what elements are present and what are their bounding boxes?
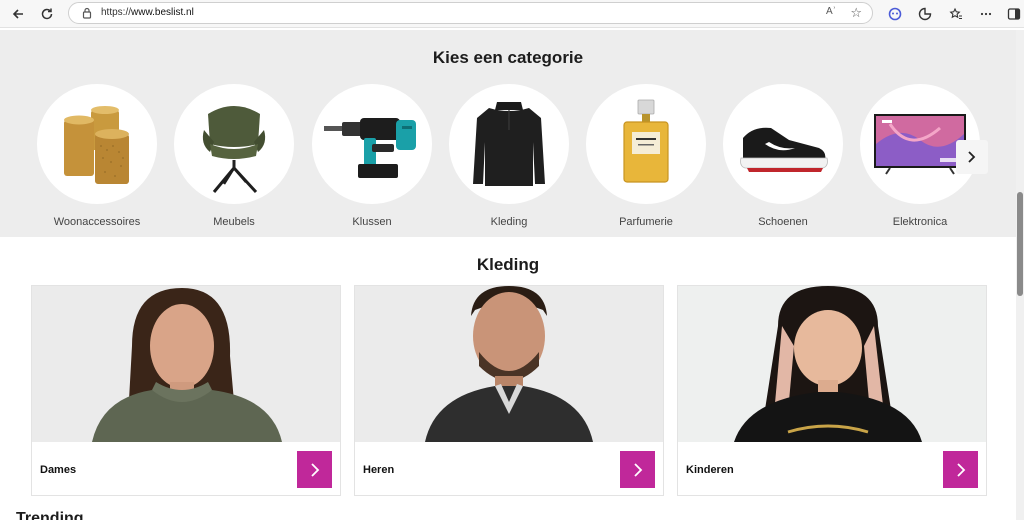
card-label-kinderen: Kinderen (686, 464, 734, 476)
category-item-parfumerie[interactable]: Parfumerie (584, 84, 708, 229)
category-label-schoenen: Schoenen (758, 216, 808, 228)
reload-icon[interactable] (37, 4, 57, 24)
url-text: https://www.beslist.nl (101, 7, 194, 18)
kleding-card-kinderen[interactable]: Kinderen (677, 285, 987, 496)
page-scrollbar[interactable] (1016, 30, 1024, 520)
dames-arrow-button[interactable] (297, 451, 332, 488)
url-host: www.beslist.nl (131, 7, 194, 18)
kleding-card-dames[interactable]: Dames (31, 285, 341, 496)
kinderen-arrow-button[interactable] (943, 451, 978, 488)
category-item-woonaccessoires[interactable]: Woonaccessoires (35, 84, 159, 229)
chevron-right-icon (968, 151, 976, 163)
sneaker-image (723, 84, 843, 204)
read-aloud-icon[interactable]: Aʾ (826, 6, 836, 17)
category-label-meubels: Meubels (213, 216, 255, 228)
lock-icon (82, 7, 92, 19)
favorite-star-icon[interactable]: ☆ (850, 5, 862, 21)
drill-image (312, 84, 432, 204)
chair-image (174, 84, 294, 204)
kleding-card-heren[interactable]: Heren (354, 285, 664, 496)
category-label-woonaccessoires: Woonaccessoires (53, 216, 141, 228)
url-scheme: https:// (101, 7, 132, 18)
category-label-parfumerie: Parfumerie (619, 216, 673, 228)
category-label-elektronica: Elektronica (892, 216, 948, 228)
copilot-icon[interactable] (885, 4, 905, 24)
category-section: Kies een categorie Woonaccessoires Meube… (0, 30, 1016, 237)
category-item-schoenen[interactable]: Schoenen (721, 84, 845, 229)
category-item-klussen[interactable]: Klussen (310, 84, 434, 229)
category-item-kleding[interactable]: Kleding (447, 84, 571, 229)
sidebar-icon[interactable] (1004, 4, 1024, 24)
category-section-title: Kies een categorie (432, 48, 584, 67)
heren-arrow-button[interactable] (620, 451, 655, 488)
extensions-icon[interactable] (915, 4, 935, 24)
chevron-right-icon (633, 462, 642, 477)
favorites-icon[interactable] (946, 4, 966, 24)
category-label-kleding: Kleding (490, 216, 528, 228)
chevron-right-icon (956, 462, 965, 477)
address-bar[interactable]: https://www.beslist.nl Aʾ ☆ (68, 2, 873, 24)
candles-image (37, 84, 157, 204)
card-label-heren: Heren (363, 464, 395, 476)
scrollbar-thumb[interactable] (1017, 192, 1023, 296)
more-options-icon[interactable] (976, 4, 996, 24)
category-item-meubels[interactable]: Meubels (172, 84, 296, 229)
back-icon[interactable] (8, 4, 28, 24)
woman-photo (32, 286, 340, 442)
category-label-klussen: Klussen (352, 216, 392, 228)
perfume-image (586, 84, 706, 204)
card-label-dames: Dames (40, 464, 77, 476)
trending-title: Trending (16, 510, 84, 520)
browser-toolbar: https://www.beslist.nl Aʾ ☆ (0, 0, 1024, 28)
man-photo (355, 286, 663, 442)
kleding-section-title: Kleding (476, 255, 540, 274)
child-photo (678, 286, 986, 442)
sweater-image (449, 84, 569, 204)
category-next-button[interactable] (956, 140, 988, 174)
chevron-right-icon (310, 462, 319, 477)
